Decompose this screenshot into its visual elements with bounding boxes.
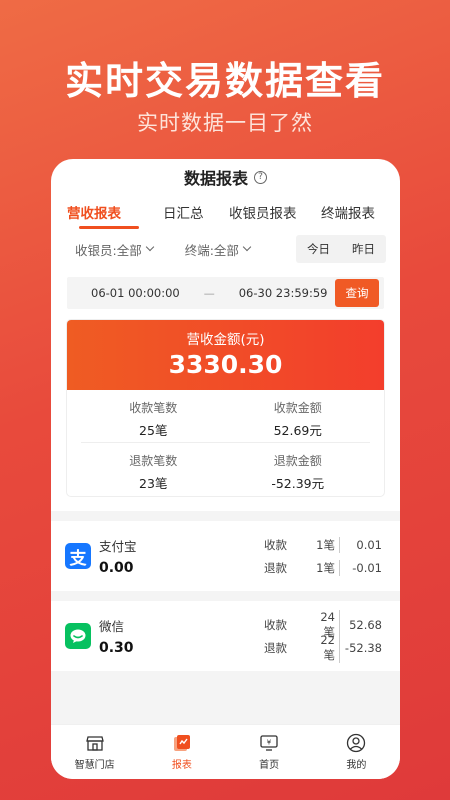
receive-label: 收款	[264, 617, 287, 632]
payment-total: 0.00	[99, 560, 134, 576]
section-divider	[51, 511, 400, 521]
report-tabs: 营收报表 日汇总 收银员报表 终端报表	[51, 193, 400, 231]
report-icon	[173, 735, 190, 751]
tab-daily-summary[interactable]: 日汇总	[151, 202, 223, 222]
refund-label: 退款	[264, 560, 287, 575]
refund-line: 退款 22笔 -52.38	[264, 632, 382, 663]
revenue-summary-card: 营收金额(元) 3330.30 收款笔数 25笔 收款金额 52.69元 退款笔…	[66, 319, 385, 497]
day-switch: 今日 昨日	[296, 235, 386, 263]
svg-text:¥: ¥	[267, 739, 272, 747]
phone-screen: 数据报表 ? 营收报表 日汇总 收银员报表 终端报表 收银员:全部 终端:全部 …	[51, 159, 400, 779]
nav-item-home[interactable]: ¥ 首页	[226, 725, 313, 779]
stat-value: 25笔	[139, 423, 168, 438]
payment-details: 收款 24笔 52.68 退款 22笔 -52.38	[264, 609, 382, 663]
stat-label: 退款金额	[273, 454, 322, 468]
stat-refund-count: 退款笔数 23笔	[81, 443, 226, 496]
stat-label: 收款金额	[273, 401, 322, 415]
filter-bar: 收银员:全部 终端:全部 今日 昨日	[51, 231, 400, 267]
cashier-filter-label: 收银员:全部	[75, 242, 142, 258]
wechat-icon	[65, 623, 91, 649]
nav-label: 报表	[171, 760, 192, 771]
query-button[interactable]: 查询	[335, 279, 379, 307]
profile-icon	[347, 733, 366, 753]
home-yen-icon: ¥	[260, 735, 278, 751]
stat-receive-amount: 收款金额 52.69元	[225, 390, 370, 443]
question-circle-icon[interactable]: ?	[254, 170, 267, 184]
summary-header: 营收金额(元) 3330.30	[67, 320, 384, 390]
page-header: 数据报表 ?	[51, 159, 400, 193]
payment-total: 0.30	[99, 640, 134, 656]
tab-revenue-report[interactable]: 营收报表	[67, 202, 151, 229]
refund-count: 22笔	[314, 632, 340, 663]
date-separator: —	[203, 286, 215, 300]
nav-item-report[interactable]: 报表	[138, 725, 225, 779]
nav-item-profile[interactable]: 我的	[313, 725, 400, 779]
refund-count: 1笔	[314, 559, 340, 576]
hero-title: 实时交易数据查看	[64, 59, 385, 103]
chevron-down-icon	[145, 242, 154, 252]
stat-label: 退款笔数	[129, 454, 178, 468]
payment-info: 微信 0.30	[99, 616, 209, 656]
stat-value: -52.39元	[271, 476, 325, 491]
today-button[interactable]: 今日	[296, 241, 341, 257]
terminal-filter-label: 终端:全部	[184, 242, 239, 258]
refund-label: 退款	[264, 640, 287, 655]
terminal-filter[interactable]: 终端:全部	[184, 240, 252, 259]
refund-amount: -0.01	[352, 560, 382, 575]
stat-receive-count: 收款笔数 25笔	[81, 390, 226, 443]
tab-terminal-report[interactable]: 终端报表	[317, 202, 375, 222]
payment-name: 微信	[99, 619, 125, 634]
store-icon	[85, 736, 104, 751]
payment-row-alipay[interactable]: 支 支付宝 0.00 收款 1笔 0.01 退款 1笔 -0.01	[51, 521, 400, 591]
refund-line: 退款 1笔 -0.01	[264, 556, 382, 579]
summary-stats: 收款笔数 25笔 收款金额 52.69元 退款笔数 23笔 退款金额 -52.3…	[67, 390, 384, 496]
end-date-input[interactable]: 06-30 23:59:59	[239, 286, 328, 300]
refund-amount: -52.38	[344, 640, 382, 655]
cashier-filter[interactable]: 收银员:全部	[75, 240, 154, 259]
bottom-nav: 智慧门店 报表 ¥ 首页 我的	[51, 724, 400, 779]
section-divider	[51, 591, 400, 601]
page-title: 数据报表	[183, 169, 248, 188]
start-date-input[interactable]: 06-01 00:00:00	[91, 286, 180, 300]
yesterday-button[interactable]: 昨日	[341, 241, 386, 257]
date-range-picker: 06-01 00:00:00 — 06-30 23:59:59 查询	[67, 277, 384, 309]
tab-cashier-report[interactable]: 收银员报表	[223, 202, 317, 222]
stat-label: 收款笔数	[129, 401, 178, 415]
stat-value: 23笔	[139, 476, 168, 491]
nav-label: 我的	[346, 760, 367, 771]
receive-amount: 0.01	[356, 537, 382, 552]
receive-count: 1笔	[314, 536, 340, 553]
chevron-down-icon	[242, 242, 252, 252]
stat-refund-amount: 退款金额 -52.39元	[226, 443, 371, 496]
nav-item-store[interactable]: 智慧门店	[51, 725, 138, 779]
receive-label: 收款	[264, 537, 287, 552]
hero-subtitle: 实时数据一目了然	[137, 111, 313, 135]
payment-name: 支付宝	[99, 539, 137, 554]
stat-value: 52.69元	[273, 423, 322, 438]
revenue-label: 营收金额(元)	[186, 332, 265, 348]
nav-label: 智慧门店	[74, 760, 115, 771]
payment-row-wechat[interactable]: 微信 0.30 收款 24笔 52.68 退款 22笔 -52.38	[51, 601, 400, 671]
payment-details: 收款 1笔 0.01 退款 1笔 -0.01	[264, 533, 382, 579]
revenue-value: 3330.30	[168, 350, 283, 379]
receive-line: 收款 1笔 0.01	[264, 533, 382, 556]
nav-label: 首页	[259, 760, 280, 771]
alipay-icon: 支	[65, 543, 91, 569]
receive-amount: 52.68	[349, 617, 382, 632]
payment-info: 支付宝 0.00	[99, 536, 209, 576]
